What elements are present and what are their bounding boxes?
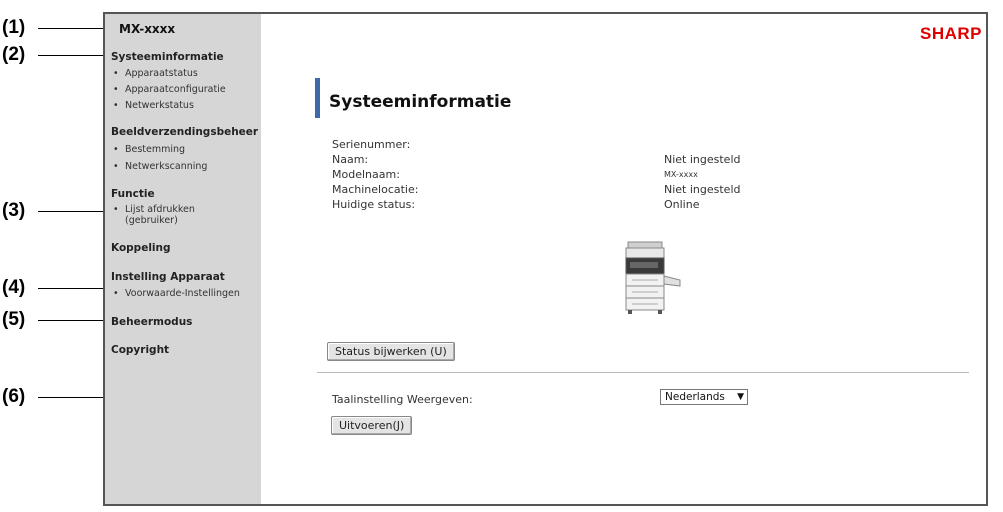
bullet-icon: •	[113, 161, 119, 172]
sharp-logo: SHARP	[919, 24, 982, 43]
chevron-down-icon: ▼	[737, 392, 744, 402]
bullet-icon: •	[113, 144, 119, 155]
sidebar-section-beheermodus[interactable]: Beheermodus	[111, 316, 192, 328]
field-value-modelnaam: MX-xxxx	[664, 170, 698, 179]
sidebar-item-netwerkstatus[interactable]: • Netwerkstatus	[113, 100, 194, 111]
bullet-icon: •	[113, 288, 119, 299]
sidebar: MX-xxxx Systeeminformatie • Apparaatstatu…	[105, 14, 261, 504]
web-page-frame: MX-xxxx Systeeminformatie • Apparaatstatu…	[103, 12, 988, 506]
sidebar-section-beeldverzendingsbeheer[interactable]: Beeldverzendingsbeheer	[111, 126, 258, 138]
sidebar-item-apparaatstatus[interactable]: • Apparaatstatus	[113, 68, 198, 79]
bullet-icon: •	[113, 204, 119, 215]
sidebar-section-koppeling[interactable]: Koppeling	[111, 242, 171, 254]
callout-5-leader	[38, 320, 107, 321]
callout-6: (6)	[2, 386, 26, 407]
language-setting-label: Taalinstelling Weergeven:	[332, 393, 473, 406]
callout-1: (1)	[2, 17, 26, 38]
field-label-naam: Naam:	[332, 153, 369, 166]
sidebar-item-lijst-afdrukken[interactable]: • Lijst afdrukken (gebruiker)	[113, 204, 211, 226]
sidebar-section-functie[interactable]: Functie	[111, 188, 155, 200]
language-select[interactable]: Nederlands ▼	[660, 389, 748, 405]
callout-5: (5)	[2, 309, 26, 330]
sidebar-model-name: MX-xxxx	[119, 22, 176, 36]
execute-button[interactable]: Uitvoeren(J)	[331, 416, 413, 435]
sidebar-item-bestemming[interactable]: • Bestemming	[113, 144, 185, 155]
field-label-modelnaam: Modelnaam:	[332, 168, 400, 181]
sidebar-item-apparaatconfiguratie[interactable]: • Apparaatconfiguratie	[113, 84, 226, 95]
printer-image	[625, 241, 681, 314]
callout-1-leader	[38, 28, 111, 29]
sidebar-section-systeeminformatie[interactable]: Systeeminformatie	[111, 51, 224, 63]
page-title: Systeeminformatie	[315, 78, 511, 118]
field-value-naam: Niet ingesteld	[664, 153, 741, 166]
callout-4: (4)	[2, 277, 26, 298]
field-value-huidige-status: Online	[664, 198, 700, 211]
callout-3-leader	[38, 211, 110, 212]
field-label-huidige-status: Huidige status:	[332, 198, 416, 211]
bullet-icon: •	[113, 84, 119, 95]
section-divider	[317, 372, 969, 373]
bullet-icon: •	[113, 100, 119, 111]
refresh-status-button[interactable]: Status bijwerken (U)	[327, 342, 455, 361]
callout-4-leader	[38, 288, 111, 289]
field-value-machinelocatie: Niet ingesteld	[664, 183, 741, 196]
callout-3: (3)	[2, 200, 26, 221]
sidebar-item-voorwaarde-instellingen[interactable]: • Voorwaarde-Instellingen	[113, 288, 240, 299]
field-label-serienummer: Serienummer:	[332, 138, 411, 151]
bullet-icon: •	[113, 68, 119, 79]
sidebar-section-instelling-apparaat[interactable]: Instelling Apparaat	[111, 271, 225, 283]
field-label-machinelocatie: Machinelocatie:	[332, 183, 419, 196]
sidebar-section-copyright[interactable]: Copyright	[111, 344, 169, 356]
sidebar-item-netwerkscanning[interactable]: • Netwerkscanning	[113, 161, 207, 172]
callout-2-leader	[38, 55, 107, 56]
callout-2: (2)	[2, 44, 26, 65]
